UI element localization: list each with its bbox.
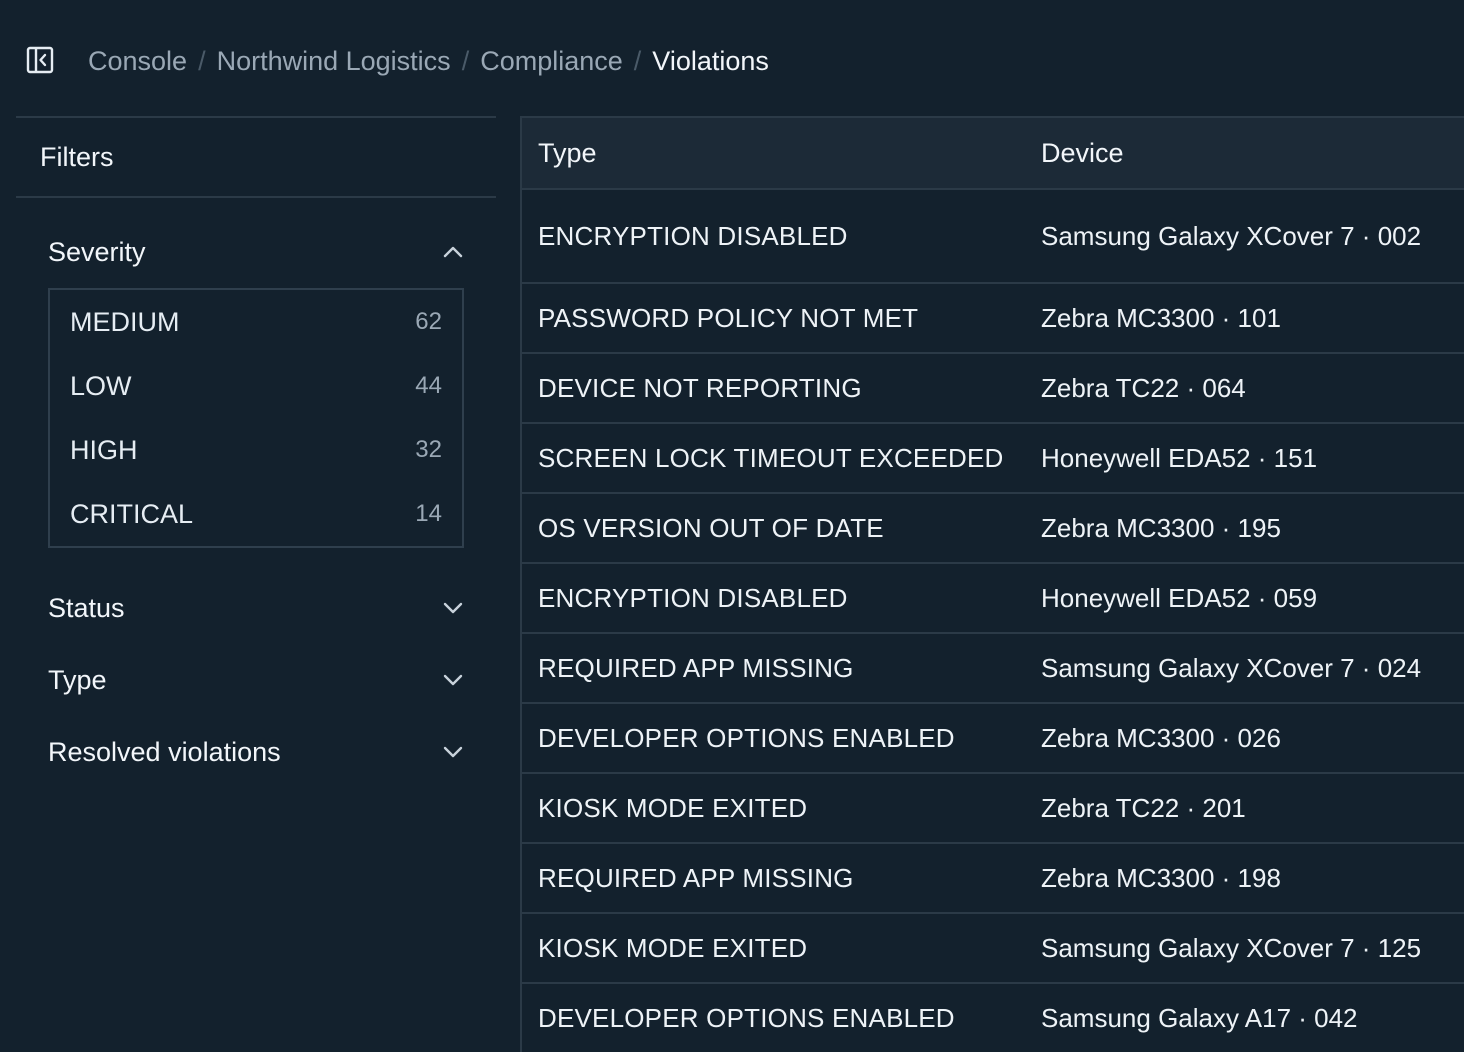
cell-device: Samsung Galaxy A17 · 042	[1041, 1002, 1358, 1033]
breadcrumb-separator: /	[198, 45, 206, 76]
cell-type: REQUIRED APP MISSING	[538, 652, 854, 683]
column-header-device[interactable]: Device	[1041, 138, 1124, 169]
table-row[interactable]: DEVELOPER OPTIONS ENABLED Zebra MC3300 ·…	[522, 704, 1464, 774]
facet-type-toggle[interactable]: Type	[48, 660, 464, 700]
table-row[interactable]: OS VERSION OUT OF DATE Zebra MC3300 · 19…	[522, 494, 1464, 564]
top-bar: Console / Northwind Logistics / Complian…	[0, 0, 1464, 118]
breadcrumb-organization[interactable]: Northwind Logistics	[217, 46, 451, 77]
chevron-down-icon	[443, 602, 463, 614]
option-count: 32	[415, 436, 442, 463]
breadcrumb-separator: /	[633, 45, 642, 76]
cell-type: OS VERSION OUT OF DATE	[538, 512, 884, 543]
facet-resolved-violations-label: Resolved violations	[48, 736, 281, 767]
severity-option-low[interactable]: LOW 44	[50, 360, 462, 412]
cell-device: Samsung Galaxy XCover 7 · 002	[1041, 220, 1422, 251]
chevron-down-icon	[443, 746, 463, 758]
breadcrumb-console[interactable]: Console	[88, 46, 187, 77]
breadcrumb: Console / Northwind Logistics / Complian…	[88, 42, 769, 80]
cell-type: ENCRYPTION DISABLED	[538, 220, 848, 251]
option-label: HIGH	[70, 434, 138, 465]
cell-type: REQUIRED APP MISSING	[538, 862, 854, 893]
option-label: MEDIUM	[70, 306, 180, 337]
cell-type: ENCRYPTION DISABLED	[538, 582, 848, 613]
cell-device: Samsung Galaxy XCover 7 · 125	[1041, 932, 1422, 963]
chevron-down-icon	[443, 674, 463, 686]
table-header: Type Device	[522, 118, 1464, 190]
sidebar-collapse-icon[interactable]	[26, 46, 54, 74]
severity-options: MEDIUM 62 LOW 44 HIGH 32 CRITICAL 14	[48, 288, 464, 548]
cell-type: DEVELOPER OPTIONS ENABLED	[538, 722, 955, 753]
cell-device: Zebra MC3300 · 195	[1041, 512, 1281, 543]
filters-title: Filters	[16, 116, 496, 198]
severity-option-medium[interactable]: MEDIUM 62	[50, 296, 462, 348]
option-count: 14	[415, 500, 442, 527]
facet-severity-label: Severity	[48, 236, 146, 267]
table-row[interactable]: DEVICE NOT REPORTING Zebra TC22 · 064	[522, 354, 1464, 424]
chevron-up-icon	[443, 246, 463, 258]
cell-device: Honeywell EDA52 · 059	[1041, 582, 1318, 613]
facet-resolved-violations-toggle[interactable]: Resolved violations	[48, 732, 464, 772]
table-row[interactable]: KIOSK MODE EXITED Zebra TC22 · 201	[522, 774, 1464, 844]
cell-type: DEVELOPER OPTIONS ENABLED	[538, 1002, 955, 1033]
violations-table: Type Device ENCRYPTION DISABLED Samsung …	[520, 116, 1464, 1052]
cell-device: Zebra TC22 · 201	[1041, 792, 1246, 823]
table-row[interactable]: KIOSK MODE EXITED Samsung Galaxy XCover …	[522, 914, 1464, 984]
option-label: CRITICAL	[70, 498, 194, 529]
table-row[interactable]: PASSWORD POLICY NOT MET Zebra MC3300 · 1…	[522, 284, 1464, 354]
cell-type: DEVICE NOT REPORTING	[538, 372, 862, 403]
severity-option-high[interactable]: HIGH 32	[50, 424, 462, 476]
option-label: LOW	[70, 370, 132, 401]
breadcrumb-separator: /	[461, 45, 470, 76]
option-count: 44	[415, 372, 442, 399]
cell-device: Zebra MC3300 · 198	[1041, 862, 1281, 893]
option-count: 62	[415, 308, 442, 335]
breadcrumb-compliance[interactable]: Compliance	[480, 46, 623, 77]
table-row[interactable]: DEVELOPER OPTIONS ENABLED Samsung Galaxy…	[522, 984, 1464, 1052]
filters-sidebar: Filters Severity MEDIUM 62 LOW 44 HIGH 3…	[16, 116, 496, 1052]
cell-device: Zebra MC3300 · 101	[1041, 302, 1281, 333]
facet-status-label: Status	[48, 592, 125, 623]
cell-type: SCREEN LOCK TIMEOUT EXCEEDED	[538, 442, 1004, 473]
table-row[interactable]: ENCRYPTION DISABLED Samsung Galaxy XCove…	[522, 190, 1464, 284]
table-row[interactable]: SCREEN LOCK TIMEOUT EXCEEDED Honeywell E…	[522, 424, 1464, 494]
cell-device: Zebra MC3300 · 026	[1041, 722, 1281, 753]
cell-type: PASSWORD POLICY NOT MET	[538, 302, 919, 333]
table-row[interactable]: REQUIRED APP MISSING Samsung Galaxy XCov…	[522, 634, 1464, 704]
facet-type-label: Type	[48, 664, 107, 695]
cell-device: Honeywell EDA52 · 151	[1041, 442, 1318, 473]
table-row[interactable]: ENCRYPTION DISABLED Honeywell EDA52 · 05…	[522, 564, 1464, 634]
severity-option-critical[interactable]: CRITICAL 14	[50, 488, 462, 540]
cell-type: KIOSK MODE EXITED	[538, 792, 808, 823]
breadcrumb-current-page: Violations	[652, 45, 769, 76]
table-row[interactable]: REQUIRED APP MISSING Zebra MC3300 · 198	[522, 844, 1464, 914]
cell-device: Zebra TC22 · 064	[1041, 372, 1246, 403]
facet-severity-toggle[interactable]: Severity	[48, 232, 464, 272]
column-header-type[interactable]: Type	[538, 138, 597, 169]
facet-status-toggle[interactable]: Status	[48, 588, 464, 628]
cell-device: Samsung Galaxy XCover 7 · 024	[1041, 652, 1422, 683]
cell-type: KIOSK MODE EXITED	[538, 932, 808, 963]
